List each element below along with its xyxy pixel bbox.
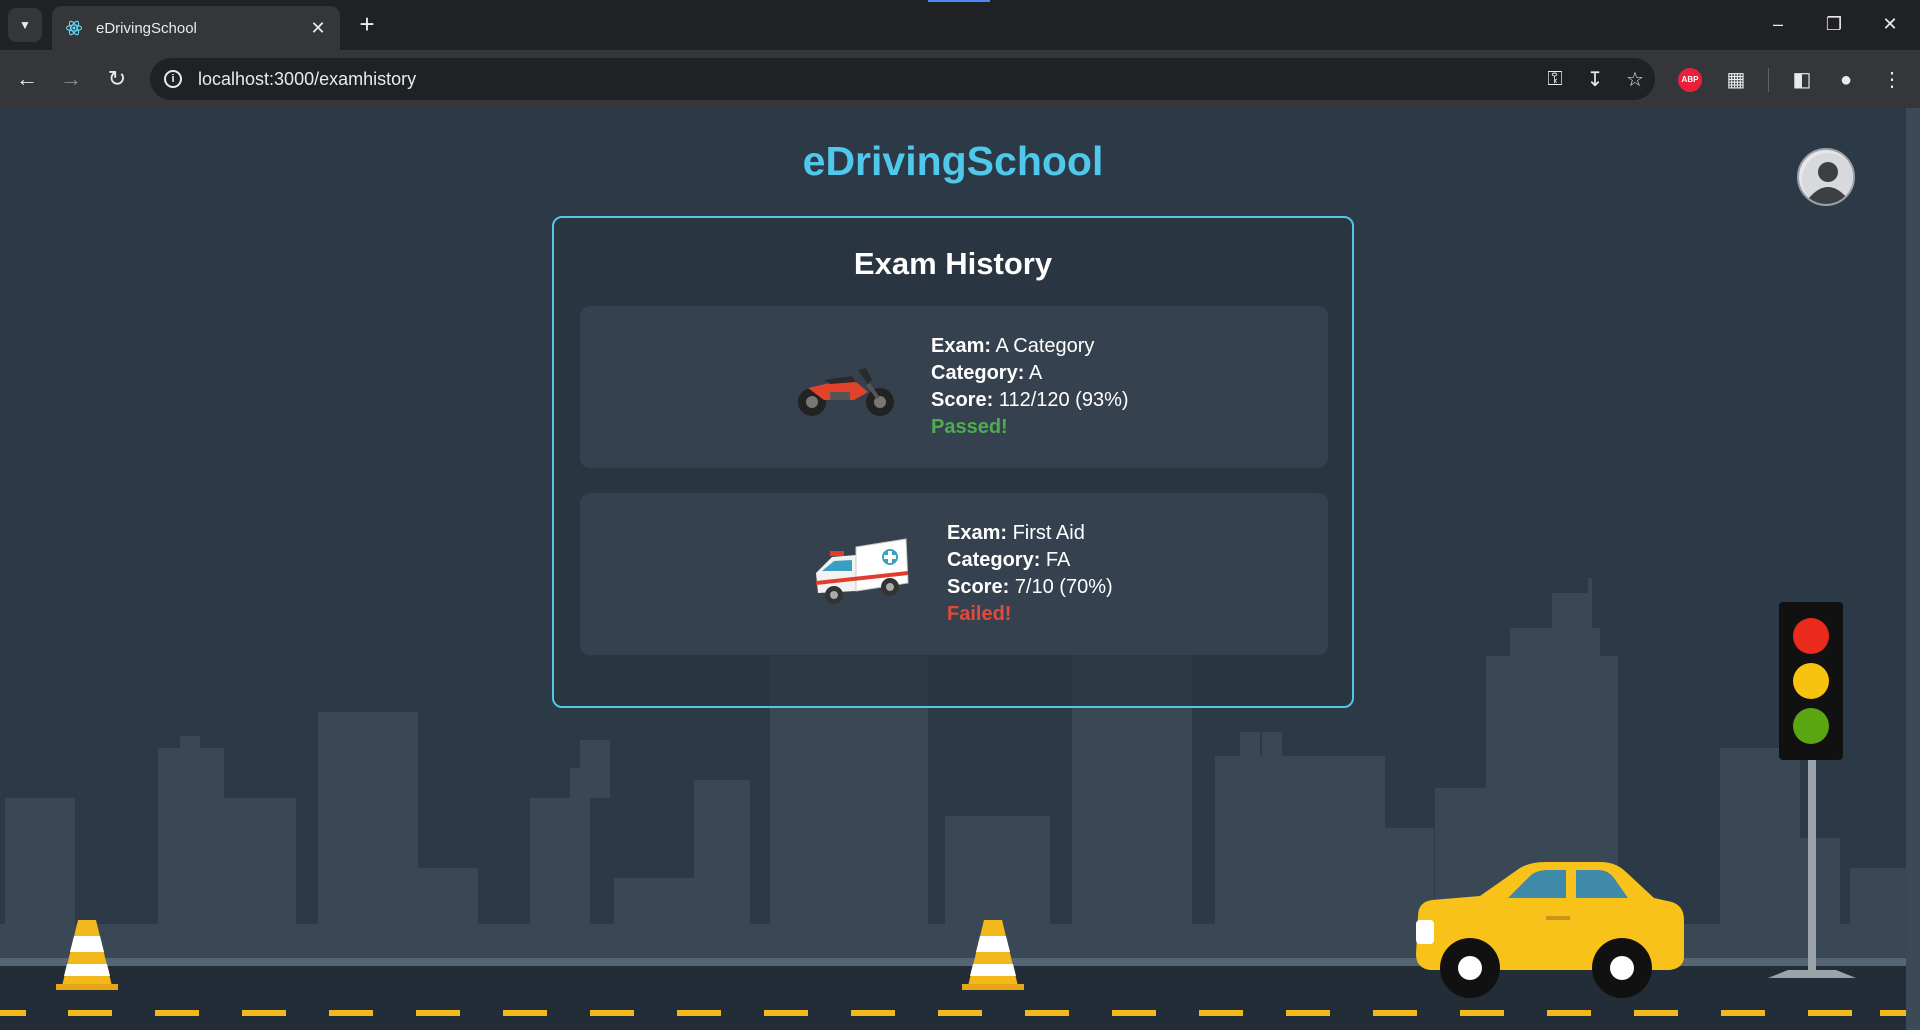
- react-favicon-icon: [64, 18, 84, 38]
- address-bar[interactable]: i localhost:3000/examhistory ⚿ ↧ ☆: [150, 58, 1655, 100]
- status-badge: Passed!: [931, 416, 1008, 438]
- score-row: Score: 112/120 (93%): [931, 387, 1129, 414]
- user-avatar-icon[interactable]: [1797, 148, 1855, 206]
- browser-tab-bar: ▼ eDrivingSchool ✕ + – ❐ ✕: [0, 0, 1920, 50]
- tab-title: eDrivingSchool: [96, 19, 197, 37]
- page-title: Exam History: [853, 246, 1053, 281]
- restore-button[interactable]: ❐: [1814, 10, 1854, 40]
- category-label: Category:: [931, 362, 1025, 384]
- toolbar-divider: [1768, 68, 1769, 92]
- ambulance-icon: [816, 538, 909, 604]
- exam-history-panel: Exam History Exam: A Category Category: …: [552, 216, 1354, 708]
- category-row: Category: A: [931, 360, 1129, 387]
- browser-tab[interactable]: eDrivingSchool ✕: [52, 6, 340, 50]
- browser-toolbar: ← → ↻ i localhost:3000/examhistory ⚿ ↧ ☆…: [0, 50, 1920, 108]
- exam-name: First Aid: [1012, 522, 1085, 544]
- more-menu-icon[interactable]: ⋮: [1878, 66, 1906, 94]
- site-info-icon[interactable]: i: [164, 70, 182, 88]
- install-app-icon[interactable]: ↧: [1575, 67, 1615, 92]
- score-label: Score:: [931, 389, 994, 411]
- page-scrollbar[interactable]: [1906, 108, 1920, 1030]
- score-row: Score: 7/10 (70%): [947, 574, 1113, 601]
- exam-category: FA: [1045, 549, 1071, 571]
- exam-details: Exam: A Category Category: A Score: 112/…: [931, 333, 1129, 441]
- exam-card: Exam: A Category Category: A Score: 112/…: [580, 306, 1328, 468]
- exam-details: Exam: First Aid Category: FA Score: 7/10…: [947, 520, 1113, 628]
- category-label: Category:: [947, 549, 1041, 571]
- tab-search-button[interactable]: ▼: [8, 8, 42, 42]
- reload-icon[interactable]: ↻: [102, 64, 132, 94]
- side-panel-icon[interactable]: ◧: [1788, 66, 1816, 94]
- status-badge: Failed!: [947, 603, 1012, 625]
- adblock-extension-icon[interactable]: ABP: [1678, 68, 1702, 92]
- forward-arrow-icon[interactable]: →: [56, 64, 86, 94]
- exam-name-row: Exam: A Category: [931, 333, 1129, 360]
- score-label: Score:: [947, 576, 1010, 598]
- exam-label: Exam:: [931, 335, 992, 357]
- abp-label: ABP: [1681, 75, 1699, 84]
- profile-icon[interactable]: ●: [1832, 66, 1860, 94]
- extensions-puzzle-icon[interactable]: ▦: [1722, 66, 1750, 94]
- minimize-button[interactable]: –: [1758, 10, 1798, 40]
- exam-score: 7/10 (70%): [1014, 576, 1113, 598]
- motorcycle-icon: [798, 368, 894, 416]
- exam-name-row: Exam: First Aid: [947, 520, 1113, 547]
- close-tab-icon[interactable]: ✕: [308, 18, 328, 39]
- key-icon[interactable]: ⚿: [1535, 68, 1575, 91]
- new-tab-button[interactable]: +: [352, 10, 382, 40]
- close-window-button[interactable]: ✕: [1870, 10, 1910, 40]
- page-viewport: eDrivingSchool Exam History Exam: A Cate…: [0, 108, 1920, 1030]
- chevron-down-icon: ▼: [19, 18, 31, 32]
- category-row: Category: FA: [947, 547, 1113, 574]
- bookmark-star-icon[interactable]: ☆: [1615, 67, 1655, 92]
- exam-category: A: [1028, 362, 1043, 384]
- exam-score: 112/120 (93%): [998, 389, 1129, 411]
- exam-name: A Category: [995, 335, 1095, 357]
- exam-label: Exam:: [947, 522, 1008, 544]
- tab-strip-accent: [928, 0, 990, 2]
- exam-card: Exam: First Aid Category: FA Score: 7/10…: [580, 493, 1328, 655]
- brand-logo-text[interactable]: eDrivingSchool: [0, 138, 1906, 185]
- back-arrow-icon[interactable]: ←: [12, 64, 42, 94]
- url-text[interactable]: localhost:3000/examhistory: [198, 69, 1535, 90]
